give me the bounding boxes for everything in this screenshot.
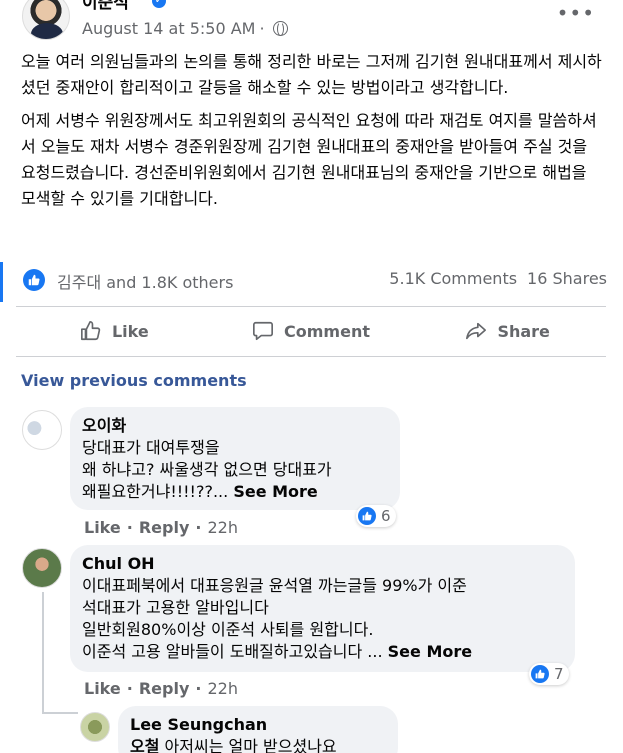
comment-reactions[interactable]: 7: [529, 663, 569, 685]
comment-bubble: Chul OH 이대표페북에서 대표응원글 윤석열 까는글들 99%가 이준 석…: [70, 545, 575, 672]
comment-like-button[interactable]: Like: [84, 518, 121, 537]
post-header: 이준석 ✓ August 14 at 5:50 AM · •••: [0, 0, 623, 45]
comment-label: Comment: [284, 321, 370, 341]
post-stats: 김주대 and 1.8K others 5.1K Comments 16 Sha…: [0, 262, 623, 302]
tagged-user[interactable]: 오철: [130, 737, 159, 753]
like-button[interactable]: Like: [16, 312, 213, 350]
see-more-link[interactable]: See More: [233, 482, 317, 501]
comments-count[interactable]: 5.1K Comments: [389, 269, 517, 288]
share-label: Share: [497, 321, 550, 341]
like-label: Like: [111, 321, 149, 341]
author-name[interactable]: 이준석: [82, 0, 129, 13]
post-body: 오늘 여러 의원님들과의 논의를 통해 정리한 바로는 그저께 김기현 원내대표…: [21, 49, 606, 219]
action-separator: ·: [195, 679, 202, 698]
comment-text: 이대표페북에서 대표응원글 윤석열 까는글들 99%가 이준 석대표가 고용한 …: [82, 575, 563, 663]
comment-reply-button[interactable]: Reply: [139, 518, 190, 537]
shares-count[interactable]: 16 Shares: [527, 269, 607, 288]
engagement-counts: 5.1K Comments 16 Shares: [389, 269, 607, 288]
meta-separator: ·: [259, 19, 265, 38]
comment-button[interactable]: Comment: [213, 312, 410, 350]
commenter-name[interactable]: 오이화: [82, 415, 388, 437]
thumbs-up-icon: [80, 321, 101, 341]
commenter-avatar[interactable]: [22, 548, 62, 588]
thread-line: [42, 592, 44, 712]
share-icon: [466, 322, 487, 340]
view-previous-comments-link[interactable]: View previous comments: [21, 371, 247, 390]
divider: [16, 356, 606, 357]
comment-actions: Like · Reply · 22h: [84, 518, 238, 537]
like-reaction-icon: [531, 665, 549, 683]
reactors-summary[interactable]: 김주대 and 1.8K others: [57, 269, 233, 293]
share-button[interactable]: Share: [409, 312, 606, 350]
reaction-count: 7: [554, 665, 564, 683]
post-actions: Like Comment Share: [16, 312, 606, 350]
focus-indicator: [0, 262, 3, 302]
like-reaction-icon: [358, 507, 376, 525]
comment-bubble: 오이화 당대표가 대여투쟁을 왜 하냐고? 싸울생각 없으면 당대표가 왜필요한…: [70, 407, 400, 510]
comment-reactions[interactable]: 6: [356, 505, 396, 527]
commenter-name[interactable]: Chul OH: [82, 553, 563, 575]
globe-icon: [272, 21, 288, 36]
commenter-name[interactable]: Lee Seungchan: [130, 714, 386, 736]
post-paragraph: 어제 서병수 위원장께서도 최고위원회의 공식적인 요청에 따라 재검토 여지를…: [21, 111, 597, 208]
action-separator: ·: [126, 518, 133, 537]
commenter-avatar[interactable]: [22, 410, 62, 450]
comment-actions: Like · Reply · 22h: [84, 679, 238, 698]
reply-bubble: Lee Seungchan 오철 아저씨는 얼마 받으셨나요: [118, 706, 398, 753]
comment-text-content: 아저씨는 얼마 받으셨나요: [164, 737, 337, 753]
comment-reply-button[interactable]: Reply: [139, 679, 190, 698]
action-separator: ·: [126, 679, 133, 698]
action-separator: ·: [195, 518, 202, 537]
comment-icon: [253, 321, 274, 341]
like-reaction-icon[interactable]: [23, 269, 45, 291]
see-more-link[interactable]: See More: [388, 642, 472, 661]
commenter-avatar[interactable]: [80, 712, 110, 742]
comment-like-button[interactable]: Like: [84, 679, 121, 698]
comment-time[interactable]: 22h: [207, 679, 238, 698]
reaction-count: 6: [381, 507, 391, 525]
post-paragraph: 오늘 여러 의원님들과의 논의를 통해 정리한 바로는 그저께 김기현 원내대표…: [21, 52, 602, 97]
author-avatar[interactable]: [22, 0, 70, 40]
comment-time[interactable]: 22h: [207, 518, 238, 537]
more-options-icon[interactable]: •••: [557, 3, 595, 23]
verified-badge-icon: ✓: [152, 0, 166, 8]
comment-text: 당대표가 대여투쟁을 왜 하냐고? 싸울생각 없으면 당대표가 왜필요한거냐!!…: [82, 437, 388, 503]
post-meta: August 14 at 5:50 AM ·: [82, 19, 288, 38]
thread-line: [42, 712, 78, 714]
post-timestamp[interactable]: August 14 at 5:50 AM: [82, 19, 255, 38]
divider: [16, 306, 606, 307]
comment-text: 오철 아저씨는 얼마 받으셨나요: [130, 736, 386, 753]
